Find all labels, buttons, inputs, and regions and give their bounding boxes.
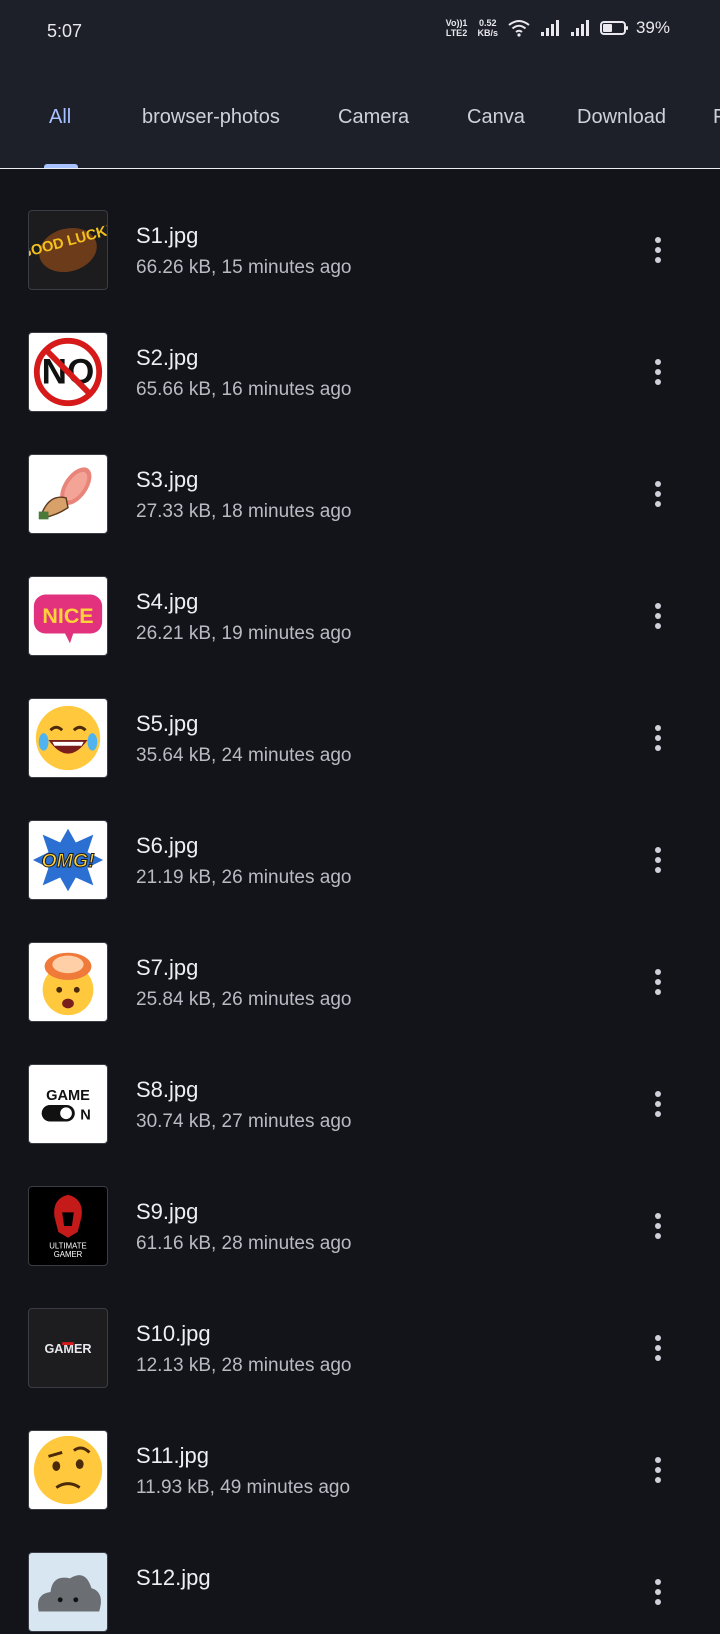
thumbnail-gamer: GAMER [28, 1308, 108, 1388]
thumbnail-cloud [28, 1552, 108, 1632]
file-meta: 25.84 kB, 26 minutes ago [136, 989, 352, 1010]
file-name: S9.jpg [136, 1199, 199, 1224]
list-item[interactable]: ULTIMATE GAMER S9.jpg 61.16 kB, 28 minut… [0, 1146, 720, 1268]
thumbnail-ultimate-gamer: ULTIMATE GAMER [28, 1186, 108, 1266]
thumbnail-no-sign: NO [28, 332, 108, 412]
file-meta: 61.16 kB, 28 minutes ago [136, 1233, 352, 1254]
tab-partial[interactable]: F [713, 106, 720, 129]
album-tab-bar: All browser-photos Camera Canva Download… [0, 66, 720, 169]
thumbnail-omg: OMG! [28, 820, 108, 900]
more-options-icon[interactable] [640, 962, 676, 1002]
file-meta: 30.74 kB, 27 minutes ago [136, 1111, 352, 1132]
tab-all[interactable]: All [49, 106, 71, 129]
file-meta: 21.19 kB, 26 minutes ago [136, 867, 352, 888]
more-options-icon[interactable] [640, 352, 676, 392]
file-name: S6.jpg [136, 833, 199, 858]
list-item[interactable]: OMG! S6.jpg 21.19 kB, 26 minutes ago [0, 780, 720, 902]
list-item[interactable]: NICE S4.jpg 26.21 kB, 19 minutes ago [0, 536, 720, 658]
thumbnail-mind-blown-emoji [28, 942, 108, 1022]
tab-browser-photos[interactable]: browser-photos [142, 106, 280, 129]
signal-icon [570, 20, 589, 36]
file-meta: 11.93 kB, 49 minutes ago [136, 1477, 351, 1498]
battery-icon [599, 21, 628, 35]
file-name: S10.jpg [136, 1321, 211, 1346]
list-item[interactable]: S7.jpg 25.84 kB, 26 minutes ago [0, 902, 720, 1024]
svg-text:GAMER: GAMER [54, 1250, 83, 1259]
more-options-icon[interactable] [640, 1084, 676, 1124]
more-options-icon[interactable] [640, 474, 676, 514]
battery-fill [602, 24, 612, 32]
list-item[interactable]: S3.jpg 27.33 kB, 18 minutes ago [0, 414, 720, 536]
list-item[interactable]: GAMER S10.jpg 12.13 kB, 28 minutes ago [0, 1268, 720, 1390]
file-name: S1.jpg [136, 223, 199, 248]
svg-text:ULTIMATE: ULTIMATE [49, 1241, 86, 1250]
file-meta: 65.66 kB, 16 minutes ago [136, 379, 352, 400]
svg-text:OMG!: OMG! [41, 850, 95, 872]
file-meta: 26.21 kB, 19 minutes ago [136, 623, 352, 644]
file-name: S11.jpg [136, 1443, 209, 1468]
signal-icon [540, 20, 559, 36]
svg-text:GAME: GAME [46, 1088, 90, 1104]
status-bar: 5:07 Vo))1 LTE2 0.52 KB/s 39% [0, 0, 720, 66]
tab-camera[interactable]: Camera [338, 106, 409, 129]
more-options-icon[interactable] [640, 1572, 676, 1612]
svg-text:NICE: NICE [42, 604, 93, 628]
file-name: S3.jpg [136, 467, 199, 492]
thumbnail-good-luck: GOOD LUCK! [28, 210, 108, 290]
list-item[interactable]: S5.jpg 35.64 kB, 24 minutes ago [0, 658, 720, 780]
file-meta: 35.64 kB, 24 minutes ago [136, 745, 352, 766]
file-meta: 66.26 kB, 15 minutes ago [136, 257, 352, 278]
file-name: S5.jpg [136, 711, 199, 736]
svg-text:N: N [80, 1108, 91, 1124]
battery-percent: 39% [635, 18, 670, 37]
file-meta: 27.33 kB, 18 minutes ago [136, 501, 352, 522]
list-item[interactable]: GAME N S8.jpg 30.74 kB, 27 minutes ago [0, 1024, 720, 1146]
more-options-icon[interactable] [640, 840, 676, 880]
more-options-icon[interactable] [640, 1450, 676, 1490]
file-name: S2.jpg [136, 345, 199, 370]
list-item[interactable]: NO S2.jpg 65.66 kB, 16 minutes ago [0, 292, 720, 414]
list-item[interactable]: S12.jpg [0, 1512, 720, 1634]
status-time: 5:07 [47, 21, 83, 41]
more-options-icon[interactable] [640, 1206, 676, 1246]
file-meta: 12.13 kB, 28 minutes ago [136, 1355, 352, 1376]
thumbnail-nice: NICE [28, 576, 108, 656]
more-options-icon[interactable] [640, 230, 676, 270]
wifi-icon [508, 20, 530, 37]
list-item[interactable]: S11.jpg 11.93 kB, 49 minutes ago [0, 1390, 720, 1512]
network-type-icon: Vo))1 LTE2 [445, 18, 468, 38]
thumbnail-game-on: GAME N [28, 1064, 108, 1144]
thumbnail-slipper [28, 454, 108, 534]
file-name: S7.jpg [136, 955, 199, 980]
tab-divider [0, 168, 720, 169]
file-name: S4.jpg [136, 589, 199, 614]
list-item[interactable]: GOOD LUCK! S1.jpg 66.26 kB, 15 minutes a… [0, 170, 720, 292]
more-options-icon[interactable] [640, 596, 676, 636]
status-icons: Vo))1 LTE2 0.52 KB/s 39% [446, 18, 670, 38]
file-name: S8.jpg [136, 1077, 199, 1102]
tab-canva[interactable]: Canva [467, 106, 525, 129]
more-options-icon[interactable] [640, 718, 676, 758]
more-options-icon[interactable] [640, 1328, 676, 1368]
tab-download[interactable]: Download [577, 106, 666, 129]
thumbnail-raised-eyebrow-emoji [28, 1430, 108, 1510]
file-name: S12.jpg [136, 1565, 211, 1590]
network-speed: 0.52 KB/s [477, 18, 498, 38]
thumbnail-laughing-emoji [28, 698, 108, 778]
